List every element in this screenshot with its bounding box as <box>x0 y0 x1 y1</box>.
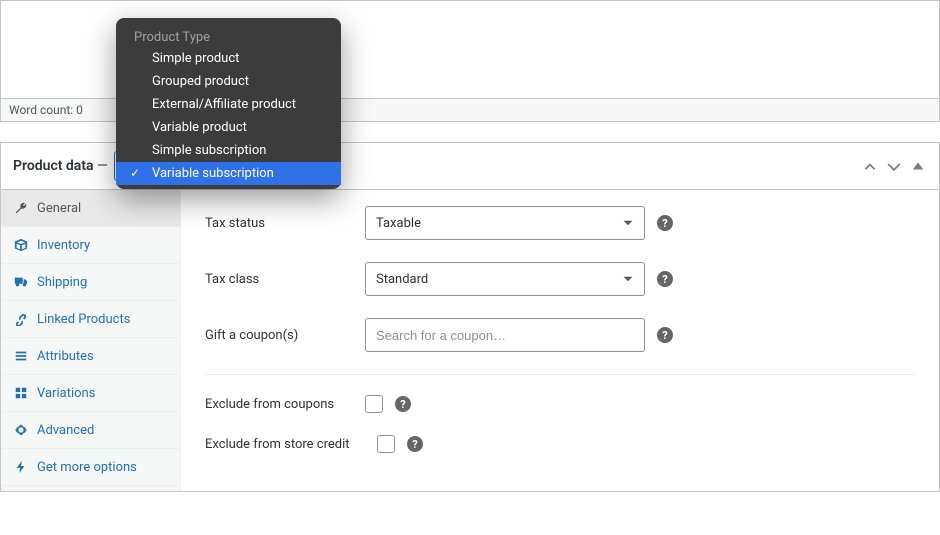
sidebar-item-general[interactable]: General <box>1 190 180 227</box>
sidebar-item-variations[interactable]: Variations <box>1 375 180 412</box>
gift-coupon-input[interactable] <box>365 318 645 352</box>
dropdown-item-simple-subscription[interactable]: Simple subscription <box>116 139 341 162</box>
sidebar-item-label: Attributes <box>37 349 94 364</box>
dropdown-item-variable-subscription[interactable]: Variable subscription <box>116 162 341 185</box>
sidebar-item-label: Advanced <box>37 423 94 438</box>
dropdown-item-simple-product[interactable]: Simple product <box>116 47 341 70</box>
bolt-icon <box>13 459 29 475</box>
tax-status-label: Tax status <box>205 216 353 231</box>
tax-class-row: Tax class Standard ? <box>205 262 915 296</box>
grid-icon <box>13 385 29 401</box>
caret-up-icon[interactable] <box>909 157 927 175</box>
exclude-store-credit-row: Exclude from store credit ? <box>205 435 915 453</box>
exclude-coupons-row: Exclude from coupons ? <box>205 395 915 413</box>
sidebar-item-label: Get more options <box>37 460 137 475</box>
help-icon[interactable]: ? <box>395 396 411 412</box>
gear-icon <box>13 422 29 438</box>
tax-status-select[interactable]: Taxable <box>365 206 645 240</box>
link-icon <box>13 311 29 327</box>
help-icon[interactable]: ? <box>657 271 673 287</box>
dropdown-item-grouped-product[interactable]: Grouped product <box>116 70 341 93</box>
sidebar-item-label: Inventory <box>37 238 90 253</box>
list-icon <box>13 348 29 364</box>
exclude-store-credit-label: Exclude from store credit <box>205 437 365 452</box>
truck-icon <box>13 274 29 290</box>
exclude-store-credit-checkbox[interactable] <box>377 435 395 453</box>
sidebar-item-inventory[interactable]: Inventory <box>1 227 180 264</box>
help-icon[interactable]: ? <box>657 327 673 343</box>
panel-sidebar: General Inventory Shipping Linked Produc… <box>1 190 181 491</box>
tax-status-row: Tax status Taxable ? <box>205 206 915 240</box>
sidebar-item-linked-products[interactable]: Linked Products <box>1 301 180 338</box>
chevron-down-icon[interactable] <box>885 157 903 175</box>
wordcount-label: Word count: 0 <box>9 103 83 117</box>
dropdown-item-variable-product[interactable]: Variable product <box>116 116 341 139</box>
chevron-up-icon[interactable] <box>861 157 879 175</box>
exclude-coupons-label: Exclude from coupons <box>205 397 353 412</box>
dropdown-item-external-affiliate[interactable]: External/Affiliate product <box>116 93 341 116</box>
tax-class-select[interactable]: Standard <box>365 262 645 296</box>
panel-title: Product data — <box>13 158 108 174</box>
sidebar-item-advanced[interactable]: Advanced <box>1 412 180 449</box>
chevron-down-icon <box>622 217 634 229</box>
tax-class-label: Tax class <box>205 272 353 287</box>
chevron-down-icon <box>622 273 634 285</box>
exclude-coupons-checkbox[interactable] <box>365 395 383 413</box>
divider <box>205 374 915 375</box>
panel-header-actions <box>861 157 927 175</box>
help-icon[interactable]: ? <box>657 215 673 231</box>
gift-coupon-row: Gift a coupon(s) ? <box>205 318 915 352</box>
sidebar-item-label: Shipping <box>37 275 87 290</box>
sidebar-item-label: Variations <box>37 386 95 401</box>
wrench-icon <box>13 200 29 216</box>
help-icon[interactable]: ? <box>407 436 423 452</box>
sidebar-item-get-more-options[interactable]: Get more options <box>1 449 180 486</box>
gift-coupon-label: Gift a coupon(s) <box>205 328 353 343</box>
sidebar-item-label: General <box>37 201 81 216</box>
sidebar-item-attributes[interactable]: Attributes <box>1 338 180 375</box>
sidebar-item-shipping[interactable]: Shipping <box>1 264 180 301</box>
panel-body: General Inventory Shipping Linked Produc… <box>1 190 939 491</box>
inventory-icon <box>13 237 29 253</box>
sidebar-item-label: Linked Products <box>37 312 130 327</box>
product-data-panel: Product data — General Inventory Shippin… <box>0 142 940 492</box>
product-type-dropdown[interactable]: Product Type Simple product Grouped prod… <box>116 18 341 189</box>
dropdown-group-label: Product Type <box>116 24 341 47</box>
panel-main: Tax status Taxable ? Tax class Standard … <box>181 190 939 491</box>
